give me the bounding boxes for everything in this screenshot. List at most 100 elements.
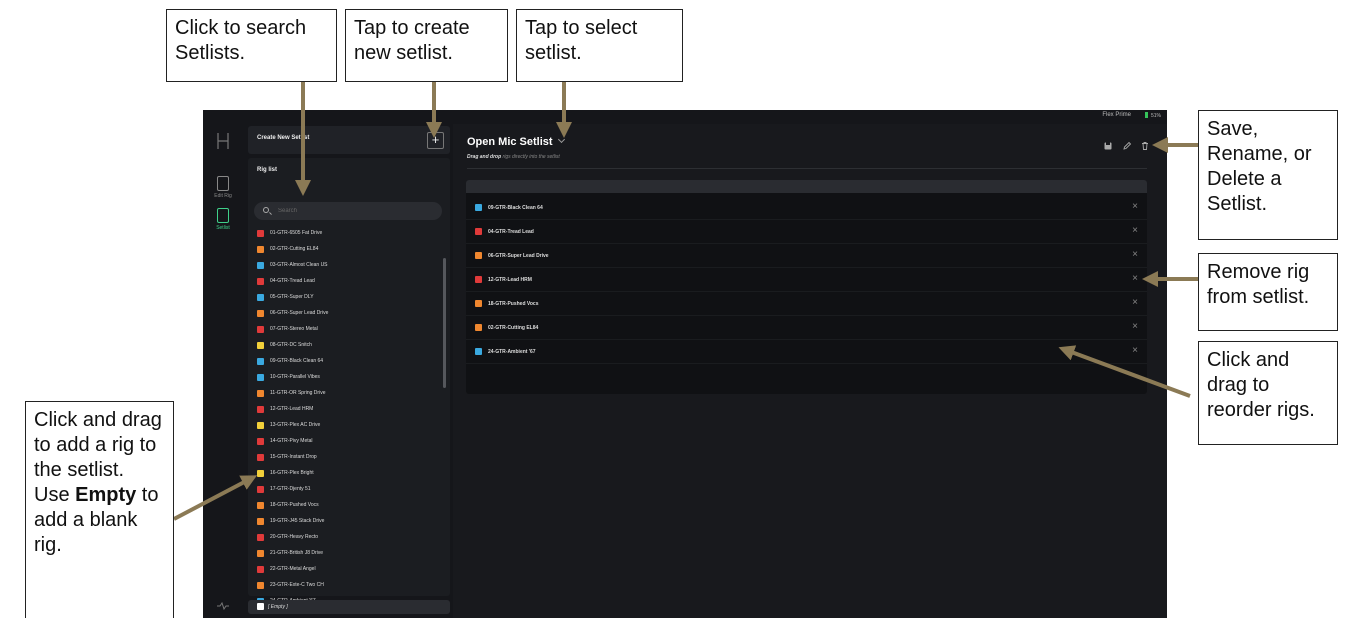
setlist-item[interactable]: 24-GTR-Ambient '67 × bbox=[466, 340, 1147, 364]
search-bar[interactable] bbox=[254, 202, 442, 220]
rig-name: 08-GTR-DC Snitch bbox=[270, 342, 312, 348]
rig-name: 12-GTR-Lead HRM bbox=[270, 406, 314, 412]
setlist-header-bar bbox=[466, 180, 1147, 193]
setlist-item[interactable]: 06-GTR-Super Lead Drive × bbox=[466, 244, 1147, 268]
rig-name: 20-GTR-Heavy Recto bbox=[270, 534, 319, 540]
rig-list-item[interactable]: 21-GTR-British J8 Drive bbox=[254, 546, 440, 562]
nav-setlist[interactable]: Setlist bbox=[203, 208, 243, 231]
rig-color-swatch bbox=[257, 262, 264, 269]
rig-list-item[interactable]: 03-GTR-Almost Clean US bbox=[254, 258, 440, 274]
setlist-actions bbox=[1099, 138, 1150, 151]
rig-list-item[interactable]: 20-GTR-Heavy Recto bbox=[254, 530, 440, 546]
rig-list-item[interactable]: 02-GTR-Cutting EL84 bbox=[254, 242, 440, 258]
rig-color-swatch bbox=[257, 310, 264, 317]
rig-name: 02-GTR-Cutting EL84 bbox=[270, 246, 319, 252]
rig-color-swatch bbox=[475, 228, 482, 235]
rig-color-swatch bbox=[257, 422, 264, 429]
setlist-icon bbox=[217, 208, 229, 223]
setlist-rows: 09-GTR-Black Clean 64 × 04-GTR-Tread Lead ×… bbox=[466, 196, 1147, 364]
rig-list-item[interactable]: 17-GTR-Djenty 51 bbox=[254, 482, 440, 498]
rig-color-swatch bbox=[257, 582, 264, 589]
search-input[interactable] bbox=[278, 204, 428, 218]
rig-color-swatch bbox=[475, 300, 482, 307]
close-icon[interactable]: × bbox=[1132, 250, 1138, 260]
close-icon[interactable]: × bbox=[1132, 226, 1138, 236]
status-bar: Flex Prime 51% bbox=[203, 110, 1167, 124]
rig-color-swatch bbox=[257, 534, 264, 541]
rig-list-item[interactable]: 12-GTR-Lead HRM bbox=[254, 402, 440, 418]
close-icon[interactable]: × bbox=[1132, 298, 1138, 308]
close-icon[interactable]: × bbox=[1132, 346, 1138, 356]
rig-name: 23-GTR-Exte-C Two CH bbox=[270, 582, 324, 588]
rig-list-item[interactable]: 04-GTR-Tread Lead bbox=[254, 274, 440, 290]
nav-edit-rig[interactable]: Edit Rig bbox=[203, 176, 243, 199]
setlist-selector[interactable]: Open Mic Setlist bbox=[467, 135, 565, 148]
battery-level: 51% bbox=[1150, 113, 1161, 119]
activity-icon[interactable] bbox=[217, 602, 229, 610]
rig-name: 01-GTR-6505 Fat Drive bbox=[270, 230, 323, 236]
trash-icon[interactable] bbox=[1140, 141, 1150, 151]
close-icon[interactable]: × bbox=[1132, 322, 1138, 332]
rig-list-item[interactable]: 06-GTR-Super Lead Drive bbox=[254, 306, 440, 322]
rig-list-header: Rig list bbox=[257, 167, 278, 173]
setlist-hint: Drag and drop rigs directly into the set… bbox=[467, 154, 560, 160]
rig-color-swatch bbox=[257, 294, 264, 301]
rig-name: 10-GTR-Parallel Vibes bbox=[270, 374, 320, 380]
rig-list-item[interactable]: 23-GTR-Exte-C Two CH bbox=[254, 578, 440, 594]
create-setlist-button[interactable]: + bbox=[427, 132, 444, 149]
chevron-down-icon bbox=[557, 135, 565, 144]
callout-create: Tap to create new setlist. bbox=[345, 9, 508, 82]
setlist-item-name: 24-GTR-Ambient '67 bbox=[488, 349, 536, 355]
hint-bold: Drag and drop bbox=[467, 154, 502, 160]
empty-rig-item[interactable]: [ Empty ] bbox=[248, 600, 450, 614]
rig-name: 04-GTR-Tread Lead bbox=[270, 278, 315, 284]
rig-color-swatch bbox=[257, 486, 264, 493]
pencil-icon[interactable] bbox=[1122, 141, 1132, 151]
rig-name: 07-GTR-Stereo Metal bbox=[270, 326, 318, 332]
scrollbar-thumb[interactable] bbox=[443, 258, 446, 388]
rig-list-item[interactable]: 22-GTR-Metal Angel bbox=[254, 562, 440, 578]
rig-list-item[interactable]: 10-GTR-Parallel Vibes bbox=[254, 370, 440, 386]
callout-remove: Remove rig from setlist. bbox=[1198, 253, 1338, 331]
rig-color-swatch bbox=[257, 230, 264, 237]
rig-list-item[interactable]: 15-GTR-Instant Drop bbox=[254, 450, 440, 466]
rig-name: 17-GTR-Djenty 51 bbox=[270, 486, 311, 492]
close-icon[interactable]: × bbox=[1132, 274, 1138, 284]
callout-select: Tap to select setlist. bbox=[516, 9, 683, 82]
rig-list-item[interactable]: 05-GTR-Super DLY bbox=[254, 290, 440, 306]
create-setlist-label: Create New Setlist bbox=[257, 135, 310, 141]
callout-save-rename-delete: Save, Rename, or Delete a Setlist. bbox=[1198, 110, 1338, 240]
rig-list-item[interactable]: 14-GTR-Pivy Metal bbox=[254, 434, 440, 450]
setlist-item[interactable]: 12-GTR-Lead HRM × bbox=[466, 268, 1147, 292]
rig-list-item[interactable]: 11-GTR-OR Spring Drive bbox=[254, 386, 440, 402]
setlist-item-name: 18-GTR-Pushed Vocs bbox=[488, 301, 539, 307]
device-name: Flex Prime bbox=[1102, 112, 1131, 118]
save-icon[interactable] bbox=[1103, 141, 1113, 151]
setlist-item[interactable]: 18-GTR-Pushed Vocs × bbox=[466, 292, 1147, 316]
rig-list-item[interactable]: 08-GTR-DC Snitch bbox=[254, 338, 440, 354]
rig-list-item[interactable]: 09-GTR-Black Clean 64 bbox=[254, 354, 440, 370]
setlist-item[interactable]: 04-GTR-Tread Lead × bbox=[466, 220, 1147, 244]
setlist-main: Open Mic Setlist Drag and drop rigs dire… bbox=[453, 124, 1167, 618]
rig-list-item[interactable]: 13-GTR-Plex AC Drive bbox=[254, 418, 440, 434]
rig-list-item[interactable]: 18-GTR-Pushed Vocs bbox=[254, 498, 440, 514]
rig-color-swatch bbox=[257, 278, 264, 285]
close-icon[interactable]: × bbox=[1132, 202, 1138, 212]
setlist-item-name: 04-GTR-Tread Lead bbox=[488, 229, 534, 235]
rig-name: 18-GTR-Pushed Vocs bbox=[270, 502, 319, 508]
rig-color-swatch bbox=[257, 502, 264, 509]
setlist-item[interactable]: 02-GTR-Cutting EL84 × bbox=[466, 316, 1147, 340]
rig-list-item[interactable]: 07-GTR-Stereo Metal bbox=[254, 322, 440, 338]
amp-icon bbox=[217, 176, 229, 191]
rig-color-swatch bbox=[475, 348, 482, 355]
rig-list-item[interactable]: 01-GTR-6505 Fat Drive bbox=[254, 226, 440, 242]
callout-reorder: Click and drag to reorder rigs. bbox=[1198, 341, 1338, 445]
rig-list-item[interactable]: 19-GTR-J45 Stack Drive bbox=[254, 514, 440, 530]
setlist-item[interactable]: 09-GTR-Black Clean 64 × bbox=[466, 196, 1147, 220]
rig-list-item[interactable]: 16-GTR-Plex Bright bbox=[254, 466, 440, 482]
rig-color-swatch bbox=[257, 326, 264, 333]
empty-rig-label: [ Empty ] bbox=[268, 604, 288, 610]
rig-name: 11-GTR-OR Spring Drive bbox=[270, 390, 326, 396]
rig-color-swatch bbox=[257, 550, 264, 557]
setlist-item-name: 12-GTR-Lead HRM bbox=[488, 277, 532, 283]
